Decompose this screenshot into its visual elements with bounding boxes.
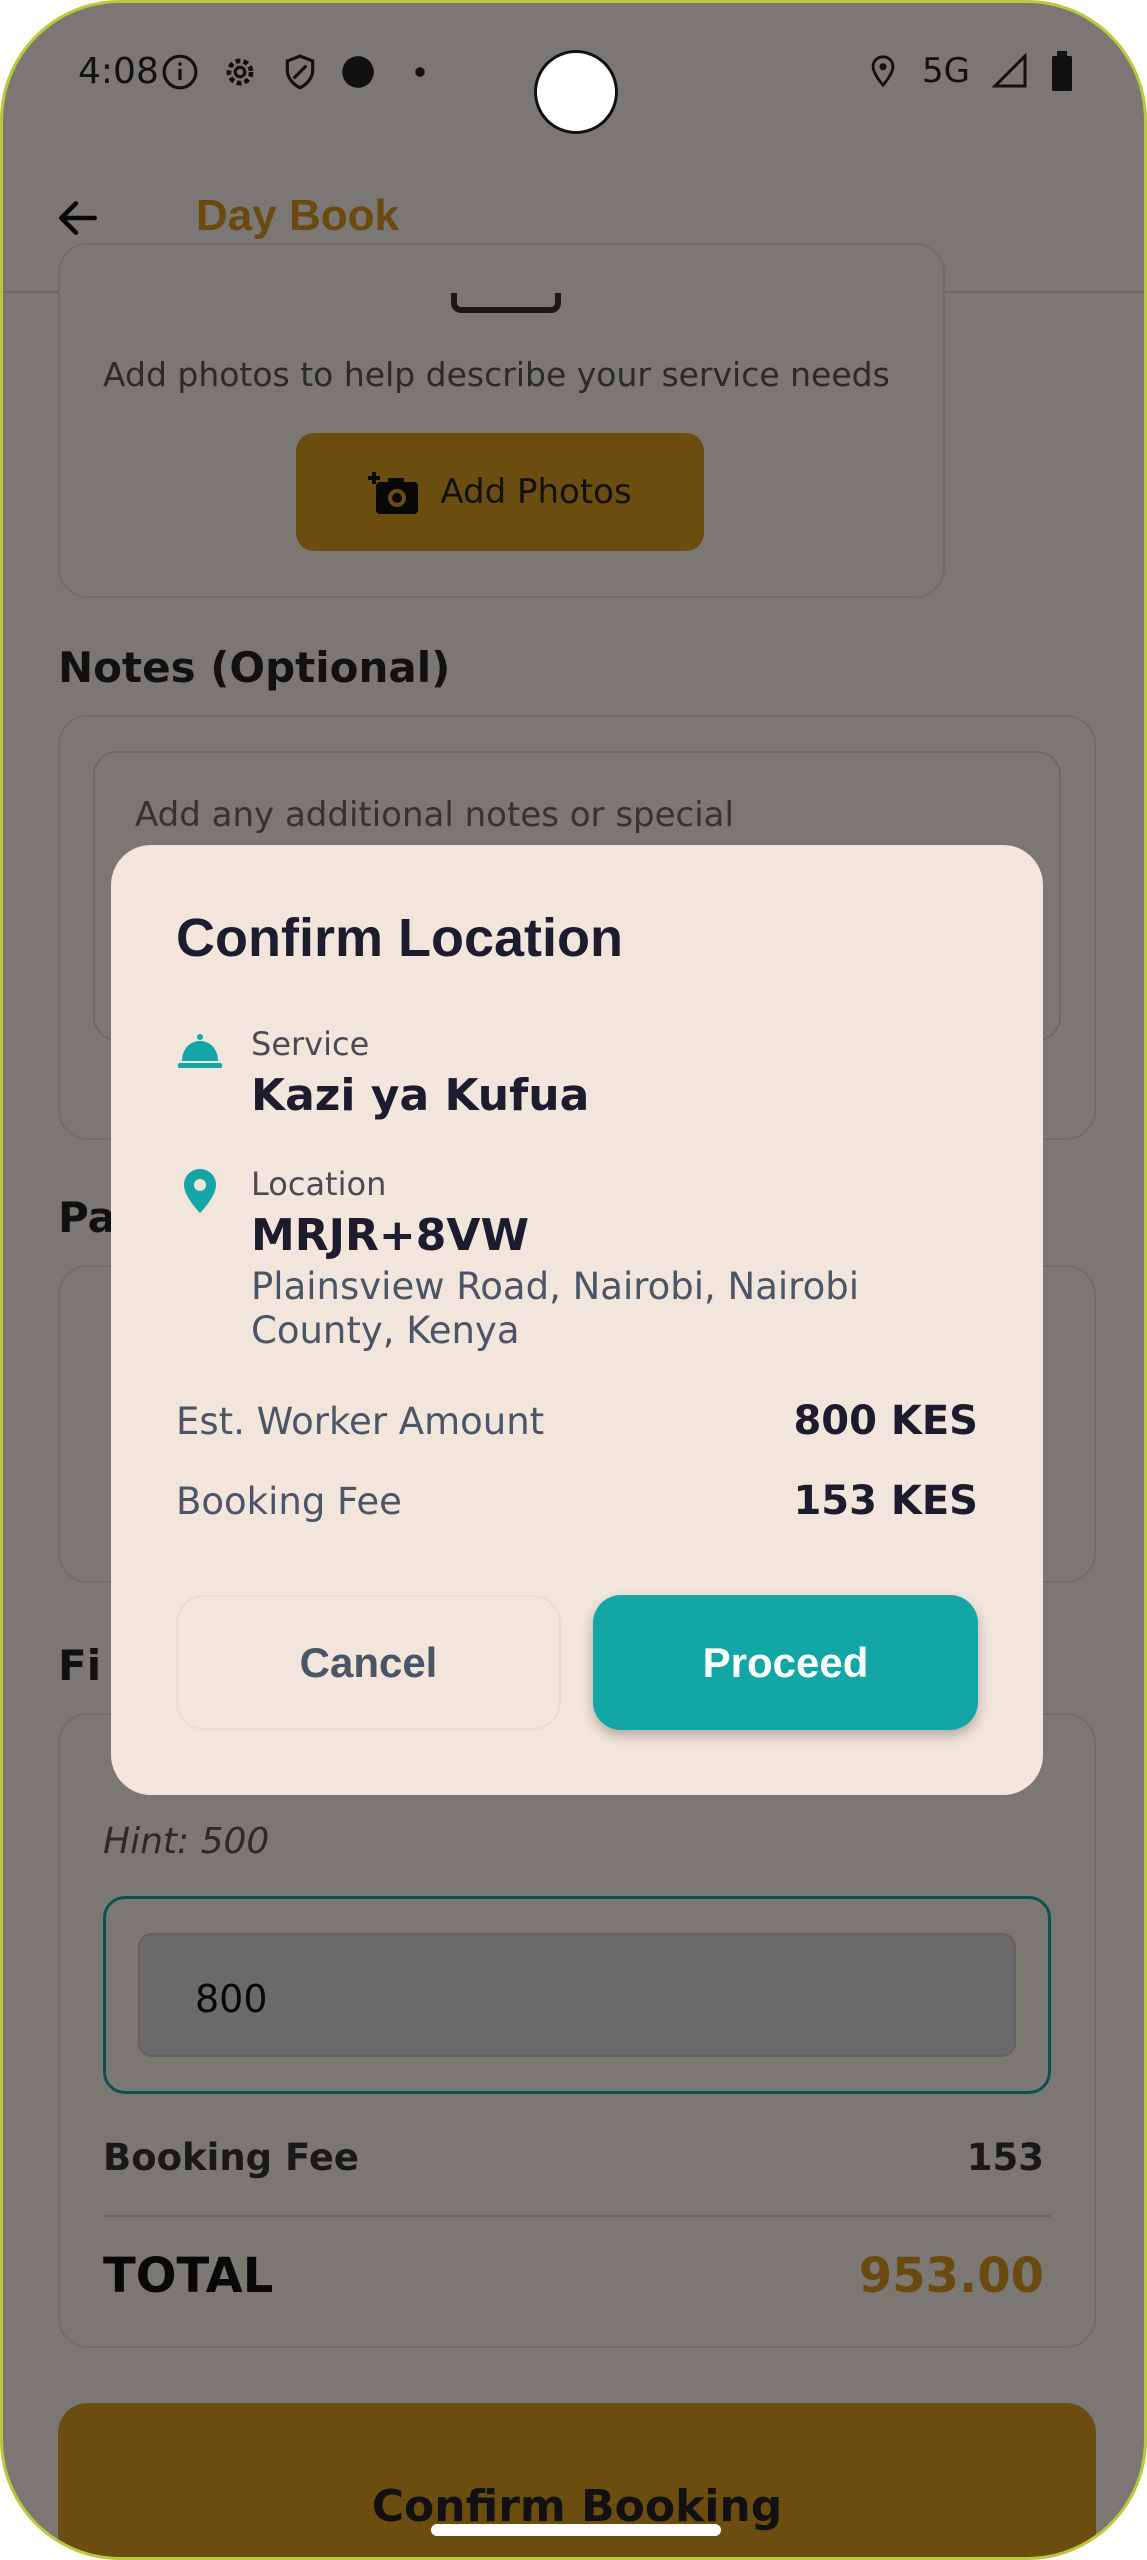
est-worker-label: Est. Worker Amount <box>176 1400 545 1443</box>
phone-screen: 4:08 5G Day Book Add photos to help desc… <box>0 0 1147 2560</box>
dialog-booking-fee-label: Booking Fee <box>176 1480 402 1523</box>
service-label: Service <box>251 1025 370 1063</box>
location-address: Plainsview Road, Nairobi, Nairobi County… <box>251 1265 859 1352</box>
location-label: Location <box>251 1165 387 1203</box>
confirm-location-dialog: Confirm Location Service Kazi ya Kufua L… <box>111 845 1043 1795</box>
service-bell-icon <box>178 1034 222 1068</box>
location-code: MRJR+8VW <box>251 1210 529 1261</box>
location-pin-icon <box>184 1169 216 1213</box>
dialog-title: Confirm Location <box>176 908 623 968</box>
est-worker-value: 800 KES <box>793 1398 978 1444</box>
dialog-booking-fee-value: 153 KES <box>793 1478 978 1524</box>
cancel-button[interactable]: Cancel <box>176 1595 561 1730</box>
service-value: Kazi ya Kufua <box>251 1070 590 1121</box>
home-indicator[interactable] <box>431 2524 721 2536</box>
front-camera <box>534 50 618 134</box>
proceed-button[interactable]: Proceed <box>593 1595 978 1730</box>
